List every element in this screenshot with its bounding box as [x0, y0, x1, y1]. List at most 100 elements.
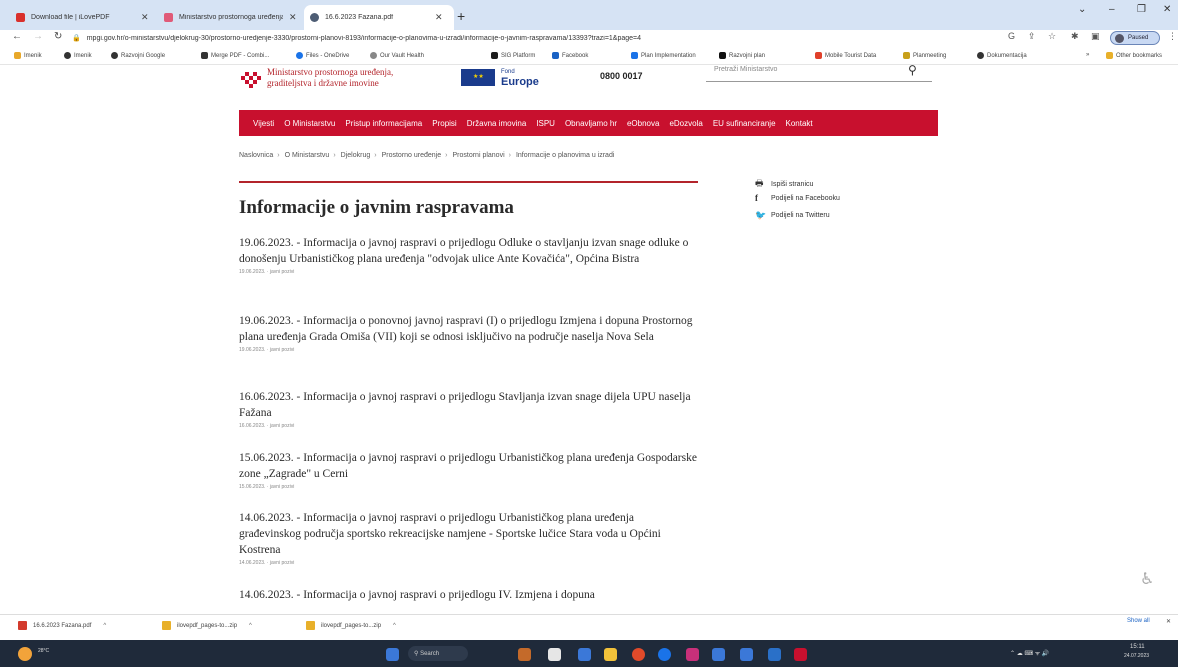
list-item[interactable]: 14.06.2023. - Informacija o javnoj raspr…	[239, 587, 697, 603]
tab-ministry[interactable]: Ministarstvo prostornoga uređenja ✕	[158, 6, 303, 28]
bookmark-item[interactable]: Razvojni Google	[111, 52, 165, 59]
list-item[interactable]: 19.06.2023. - Informacija o ponovnoj jav…	[239, 313, 697, 353]
close-window-button[interactable]: ✕	[1163, 4, 1171, 15]
nav-item-edozvola[interactable]: eDozvola	[669, 119, 702, 128]
nav-item-obnavljamo[interactable]: Obnavljamo hr	[565, 119, 617, 128]
nav-item-drzavna-imovina[interactable]: Državna imovina	[467, 119, 527, 128]
item-headline[interactable]: 19.06.2023. - Informacija o ponovnoj jav…	[239, 313, 697, 345]
nav-item-kontakt[interactable]: Kontakt	[786, 119, 813, 128]
tab-search-icon[interactable]: ⌄	[1078, 4, 1086, 15]
edge-icon[interactable]	[658, 648, 671, 661]
bookmark-item[interactable]: Imenik	[64, 52, 92, 59]
bookmark-item[interactable]: Imenik	[14, 52, 42, 59]
bookmark-item[interactable]: Our Vault Health	[370, 52, 424, 59]
share-twitter-link[interactable]: 🐦 Podijeli na Twitteru	[755, 210, 830, 221]
minimize-button[interactable]: –	[1109, 4, 1115, 15]
bookmark-item[interactable]: Files - OneDrive	[296, 52, 349, 59]
taskbar-app-icon[interactable]	[578, 648, 591, 661]
croatian-checkerboard-logo-icon[interactable]	[241, 70, 263, 88]
forward-arrow-icon[interactable]: →	[33, 31, 43, 42]
close-tab-icon[interactable]: ✕	[141, 12, 149, 23]
list-item[interactable]: 19.06.2023. - Informacija o javnoj raspr…	[239, 235, 697, 275]
item-headline[interactable]: 16.06.2023. - Informacija o javnoj raspr…	[239, 389, 697, 421]
tab-ilovepdf[interactable]: Download file | iLovePDF ✕	[10, 6, 155, 28]
nav-item-eu-sufinanciranje[interactable]: EU sufinanciranje	[713, 119, 776, 128]
share-facebook-link[interactable]: f Podijeli na Facebooku	[755, 193, 840, 203]
close-tab-icon[interactable]: ✕	[435, 12, 443, 23]
nav-item-eobnova[interactable]: eObnova	[627, 119, 659, 128]
site-search-input[interactable]: Pretraži Ministarstvo	[706, 62, 932, 82]
nav-item-vijesti[interactable]: Vijesti	[253, 119, 274, 128]
show-all-downloads-button[interactable]: Show all	[1127, 618, 1150, 624]
extensions-icon[interactable]: ✱	[1071, 31, 1079, 42]
list-item[interactable]: 14.06.2023. - Informacija o javnoj raspr…	[239, 510, 697, 566]
acrobat-icon[interactable]	[794, 648, 807, 661]
close-tab-icon[interactable]: ✕	[289, 12, 297, 23]
search-icon[interactable]: ⚲	[908, 63, 917, 77]
breadcrumb-item[interactable]: Djelokrug	[341, 152, 371, 159]
bookmark-item[interactable]: Plan Implementation	[631, 52, 696, 59]
taskbar-search[interactable]: ⚲ Search	[408, 646, 468, 661]
breadcrumb-item[interactable]: Prostorno uređenje	[382, 152, 442, 159]
bookmarks-overflow-icon[interactable]: »	[1086, 52, 1089, 58]
bookmark-item[interactable]: Dokumentacija	[977, 52, 1027, 59]
weather-sun-icon[interactable]	[18, 647, 32, 661]
bookmark-item[interactable]: Mobile Tourist Data	[815, 52, 876, 59]
download-item[interactable]: ilovepdf_pages-to...zip ^	[306, 621, 396, 630]
maximize-button[interactable]: ❐	[1137, 4, 1146, 15]
address-bar[interactable]: 🔒 mpgi.gov.hr/o-ministarstvu/djelokrug-3…	[72, 31, 997, 45]
new-tab-button[interactable]: +	[457, 8, 465, 24]
bookmark-item[interactable]: Razvojni plan	[719, 52, 765, 59]
breadcrumb-item[interactable]: O Ministarstvu	[285, 152, 330, 159]
item-headline[interactable]: 14.06.2023. - Informacija o javnoj raspr…	[239, 510, 697, 558]
download-item[interactable]: ilovepdf_pages-to...zip ^	[162, 621, 252, 630]
bookmark-star-icon[interactable]: ☆	[1048, 31, 1056, 42]
bookmark-item[interactable]: SIG Platform	[491, 52, 535, 59]
start-windows-icon[interactable]	[386, 648, 399, 661]
instagram-icon[interactable]	[686, 648, 699, 661]
tray-icons[interactable]: ⌃ ☁ ⌨ ᯤ 🔊	[1010, 649, 1049, 657]
breadcrumb-item[interactable]: Prostorni planovi	[452, 152, 504, 159]
chevron-up-icon[interactable]: ^	[103, 623, 106, 629]
breadcrumb-item[interactable]: Naslovnica	[239, 152, 273, 159]
download-item[interactable]: 16.6.2023 Fazana.pdf ^	[18, 621, 106, 630]
nav-item-pristup-informacijama[interactable]: Pristup informacijama	[345, 119, 422, 128]
taskbar-app-icon[interactable]	[548, 648, 561, 661]
outlook-icon[interactable]	[712, 648, 725, 661]
teams-icon[interactable]	[740, 648, 753, 661]
item-headline[interactable]: 15.06.2023. - Informacija o javnoj raspr…	[239, 450, 697, 482]
accessibility-icon[interactable]: ♿	[1140, 569, 1154, 589]
back-arrow-icon[interactable]: ←	[12, 31, 22, 42]
taskbar-app-icon[interactable]	[518, 648, 531, 661]
chevron-up-icon[interactable]: ^	[393, 623, 396, 629]
item-headline[interactable]: 14.06.2023. - Informacija o javnoj raspr…	[239, 587, 697, 603]
file-explorer-icon[interactable]	[604, 648, 617, 661]
nav-item-o-ministarstvu[interactable]: O Ministarstvu	[284, 119, 335, 128]
print-page-link[interactable]: 🖶 Ispiši stranicu	[755, 176, 813, 192]
item-text: - Informacija o javnoj raspravi o prijed…	[239, 512, 661, 556]
nav-item-propisi[interactable]: Propisi	[432, 119, 456, 128]
reload-icon[interactable]: ↻	[54, 31, 62, 42]
bookmark-item[interactable]: Merge PDF - Combi...	[201, 52, 269, 59]
list-item[interactable]: 15.06.2023. - Informacija o javnoj raspr…	[239, 450, 697, 490]
close-downloads-icon[interactable]: ✕	[1166, 618, 1171, 625]
logo-line: graditeljstva i državne imovine	[267, 78, 379, 88]
sidepanel-icon[interactable]: ▣	[1091, 31, 1100, 42]
item-headline[interactable]: 19.06.2023. - Informacija o javnoj raspr…	[239, 235, 697, 267]
profile-button[interactable]: Paused	[1110, 31, 1160, 45]
google-icon[interactable]: G	[1008, 31, 1015, 41]
share-icon[interactable]: ⇪	[1028, 31, 1036, 42]
ministry-logo-text[interactable]: Ministarstvo prostornoga uređenja, gradi…	[267, 67, 393, 89]
chevron-up-icon[interactable]: ^	[249, 623, 252, 629]
bookmark-item[interactable]: Facebook	[552, 52, 588, 59]
chrome-icon[interactable]	[632, 648, 645, 661]
bookmark-item[interactable]: Other bookmarks	[1106, 52, 1162, 59]
menu-dots-icon[interactable]: ⋮	[1168, 31, 1177, 42]
bookmark-item[interactable]: Planmeeting	[903, 52, 946, 59]
bookmark-icon	[370, 52, 377, 59]
list-item[interactable]: 16.06.2023. - Informacija o javnoj raspr…	[239, 389, 697, 429]
tab-pdf-active[interactable]: 16.6.2023 Fazana.pdf ✕	[304, 5, 454, 30]
bookmarks-bar: Imenik Imenik Razvojni Google Merge PDF …	[0, 47, 1178, 65]
word-icon[interactable]	[768, 648, 781, 661]
nav-item-ispu[interactable]: ISPU	[536, 119, 555, 128]
